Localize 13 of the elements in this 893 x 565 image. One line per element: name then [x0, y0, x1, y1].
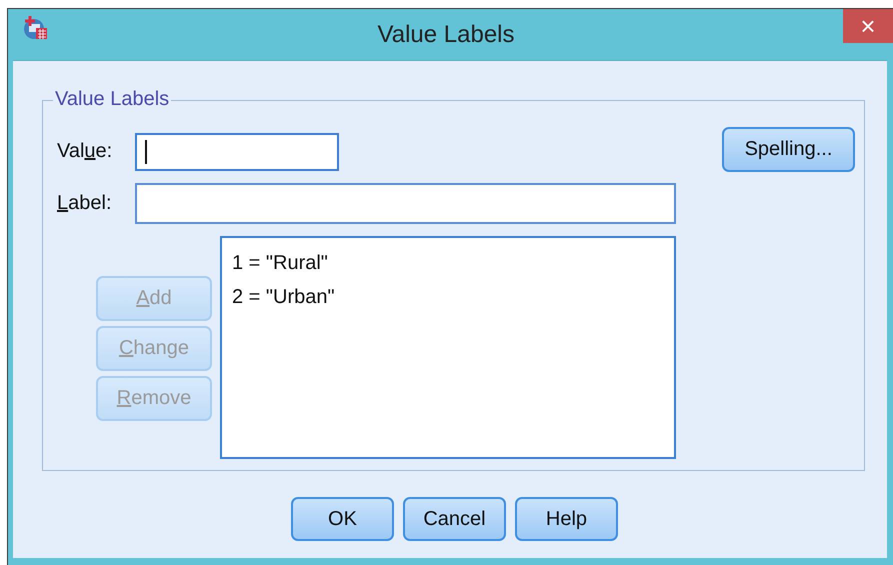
- spelling-button[interactable]: Spelling...: [722, 127, 855, 172]
- field-label: Label:: [57, 192, 112, 215]
- dialog-button[interactable]: Cancel: [403, 497, 506, 541]
- window-title: Value Labels: [376, 21, 516, 49]
- dialog-button[interactable]: OK: [291, 497, 394, 541]
- field-label: Value:: [57, 140, 114, 163]
- value-field[interactable]: [135, 132, 339, 170]
- label-field[interactable]: [135, 183, 676, 224]
- app-icon: [23, 15, 49, 41]
- list-item[interactable]: 2 = "Urban": [232, 280, 335, 314]
- dialog-button[interactable]: Help: [515, 497, 618, 541]
- close-button[interactable]: ×: [843, 9, 893, 43]
- list-item[interactable]: 1 = "Rural": [232, 246, 328, 280]
